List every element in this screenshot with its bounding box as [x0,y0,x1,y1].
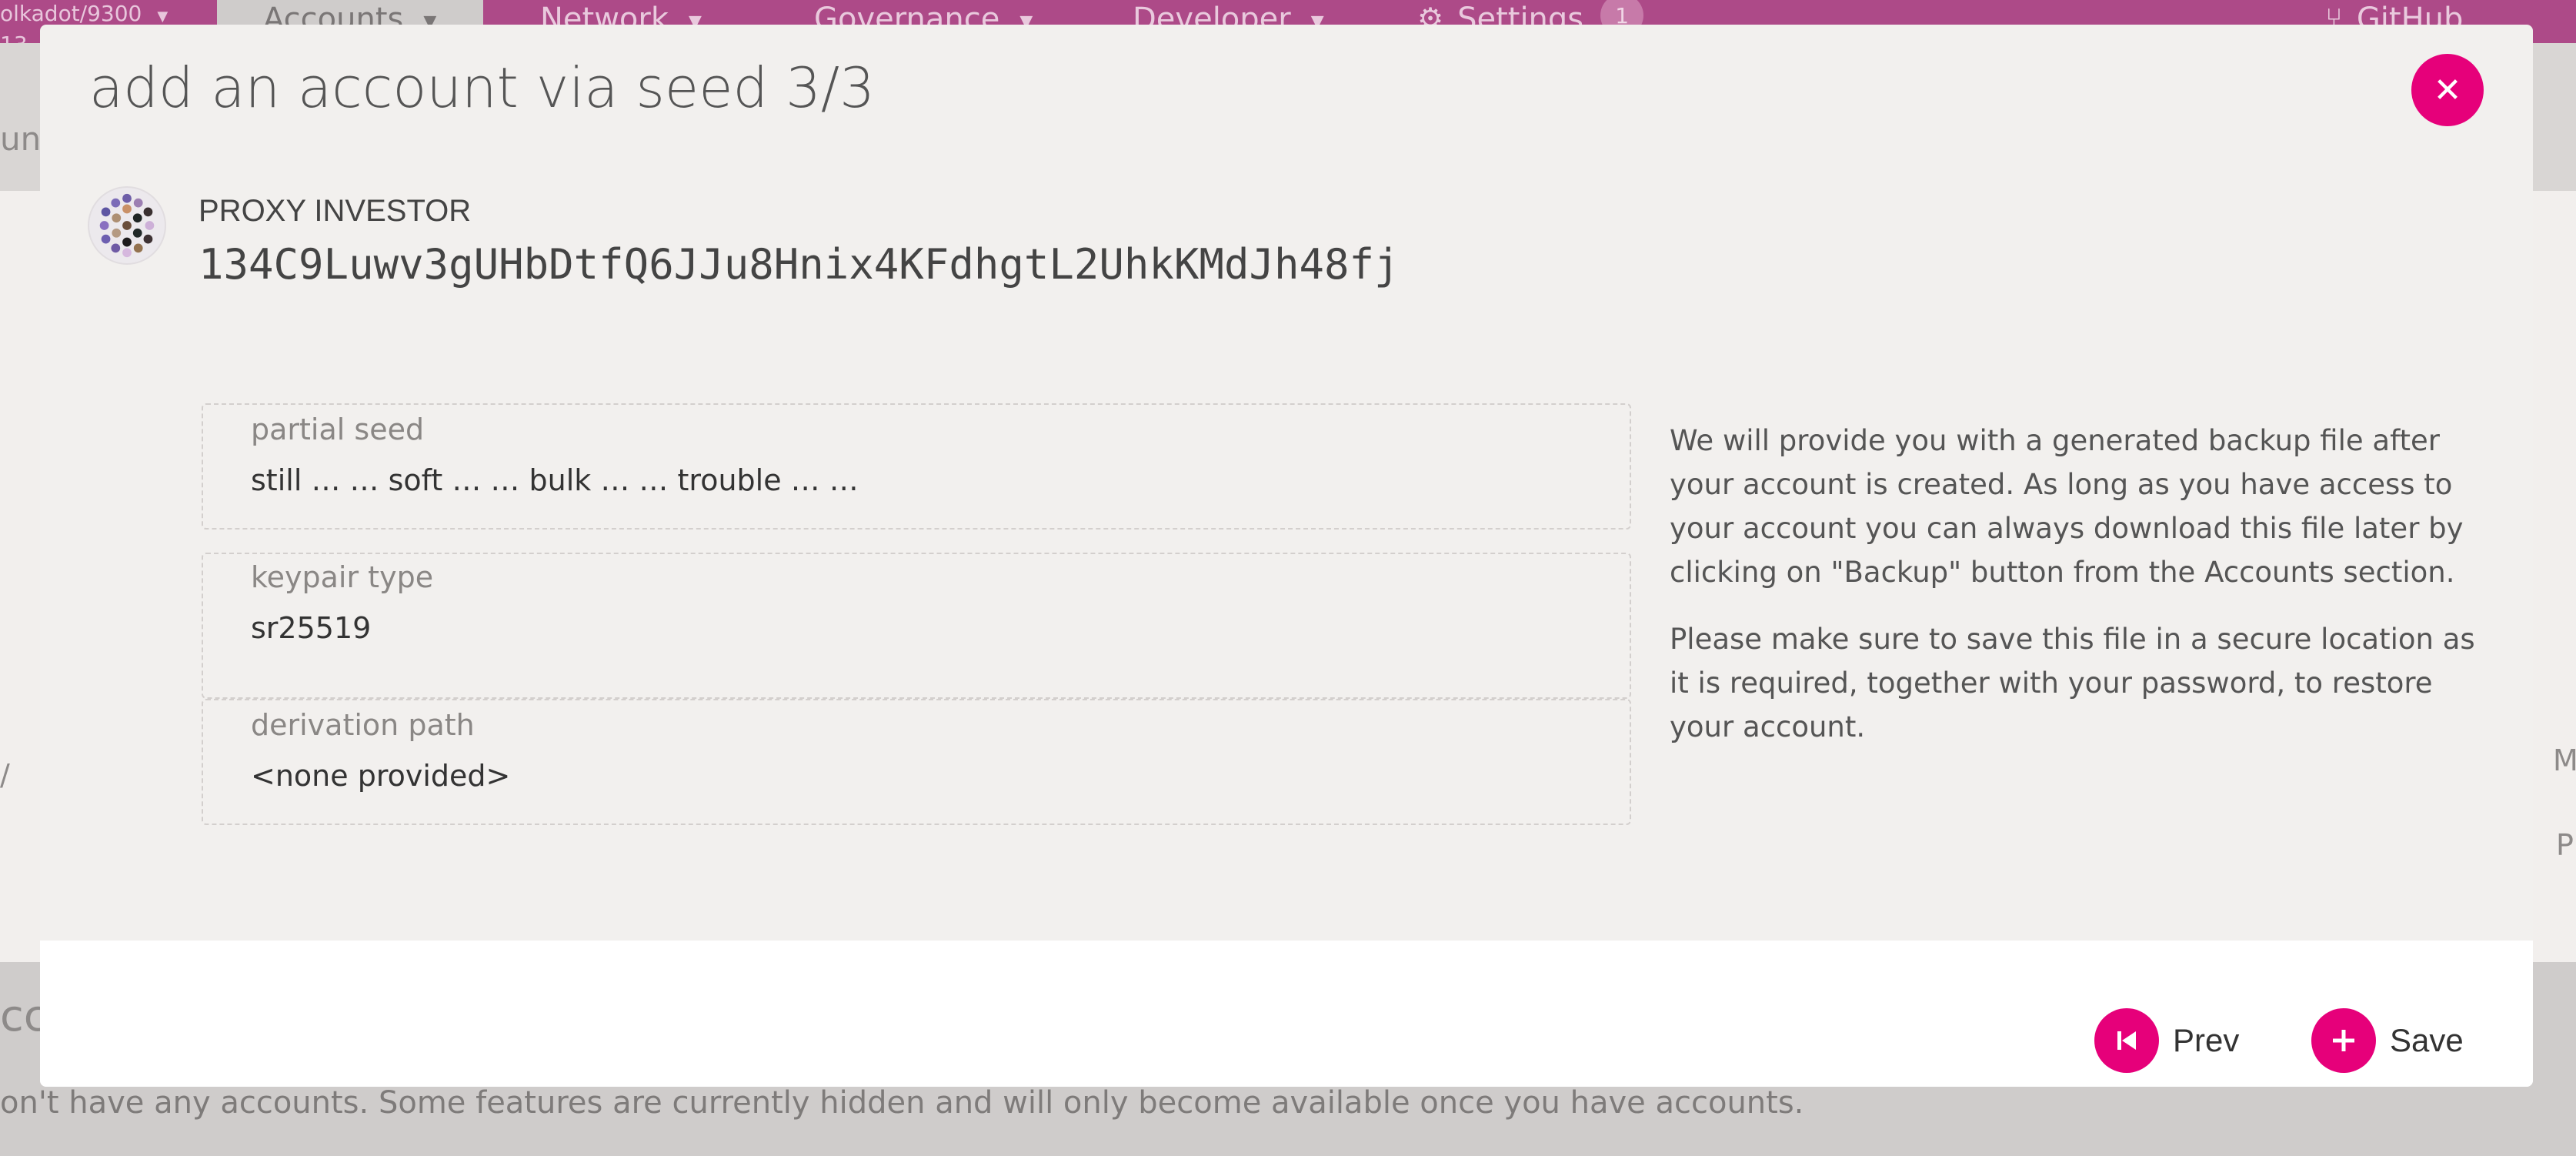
right-fragment-2: P [2556,828,2574,862]
keypair-type-value: sr25519 [251,611,372,645]
partial-seed-label: partial seed [251,413,425,446]
plus-icon [2311,1008,2376,1073]
account-address: 134C9Luwv3gUHbDtfQ6JJu8Hnix4KFdhgtL2UhkK… [199,240,1400,289]
save-button-label: Save [2390,1022,2464,1058]
keypair-type-label: keypair type [251,560,434,594]
derivation-path-label: derivation path [251,708,475,742]
close-button[interactable]: ✕ [2411,54,2484,126]
account-identicon[interactable] [88,186,166,265]
save-button[interactable]: Save [2311,1008,2464,1073]
backup-help-text: We will provide you with a generated bac… [1670,424,2464,589]
keypair-type-field: keypair type sr25519 [202,553,1631,699]
modal-footer: Prev Save [40,941,2533,1087]
skip-back-icon [2094,1008,2159,1073]
empty-accounts-message: on't have any accounts. Some features ar… [0,1085,1804,1121]
identicon-icon [99,193,155,258]
derivation-path-field: derivation path <none provided> [202,699,1631,825]
right-fragment-1: M [2553,743,2576,777]
partial-seed-value: still … … soft … … bulk … … trouble … … [251,463,859,497]
prev-button-label: Prev [2173,1022,2240,1058]
save-location-help-text: Please make sure to save this file in a … [1670,623,2475,743]
account-name: PROXY INVESTOR [199,194,472,228]
add-account-modal: add an account via seed 3/3 ✕ PROXY INVE… [40,25,2533,1087]
prev-button[interactable]: Prev [2094,1008,2239,1073]
close-icon: ✕ [2433,70,2462,110]
left-fragment: / [0,758,10,792]
chain-name: olkadot/9300 [0,1,142,26]
modal-title: add an account via seed 3/3 [89,55,875,120]
chevron-down-icon: ▼ [157,8,169,25]
partial-seed-field: partial seed still … … soft … … bulk … …… [202,403,1631,530]
derivation-path-value: <none provided> [251,759,511,793]
